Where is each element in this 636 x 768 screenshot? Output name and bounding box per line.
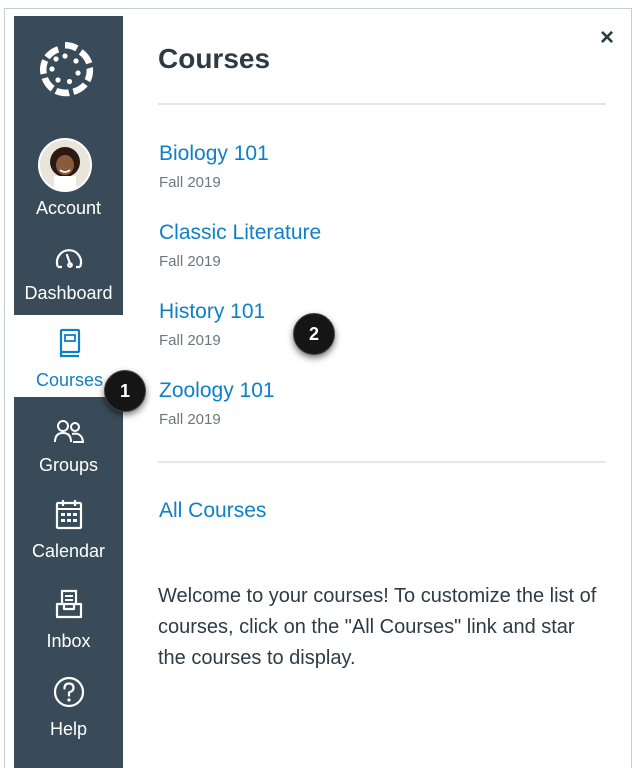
global-navigation-lower: Groups Calendar Inbox Help <box>14 400 123 768</box>
avatar <box>38 138 92 192</box>
nav-label-inbox: Inbox <box>46 631 91 651</box>
nav-item-groups[interactable]: Groups <box>14 414 123 496</box>
question-icon <box>53 676 84 708</box>
welcome-message: Welcome to your courses! To customize th… <box>158 585 597 669</box>
course-term: Fall 2019 <box>159 411 221 428</box>
course-term: Fall 2019 <box>159 253 221 270</box>
course-link-classic-literature[interactable]: Classic Literature <box>159 221 321 245</box>
canvas-logo-icon[interactable] <box>34 38 96 100</box>
book-icon <box>59 328 80 358</box>
course-term: Fall 2019 <box>159 174 221 191</box>
nav-item-calendar[interactable]: Calendar <box>14 496 123 578</box>
nav-label-groups: Groups <box>38 455 99 475</box>
nav-item-inbox[interactable]: Inbox <box>14 586 123 668</box>
course-term: Fall 2019 <box>159 332 221 349</box>
inbox-icon <box>55 589 82 619</box>
close-tray-button[interactable]: × <box>595 26 619 50</box>
course-link-zoology-101[interactable]: Zoology 101 <box>159 379 275 403</box>
callout-badge-1: 1 <box>104 370 146 412</box>
close-icon: × <box>599 24 614 51</box>
course-link-biology-101[interactable]: Biology 101 <box>159 142 269 166</box>
nav-label-account: Account <box>35 198 102 218</box>
calendar-icon <box>55 500 82 530</box>
nav-label-dashboard: Dashboard <box>24 283 113 303</box>
nav-label-help: Help <box>49 719 88 739</box>
nav-item-account[interactable]: Account <box>14 136 123 218</box>
all-courses-link[interactable]: All Courses <box>159 499 266 523</box>
users-icon <box>53 420 84 443</box>
tray-title: Courses <box>158 43 271 74</box>
user-photo-icon <box>40 140 90 190</box>
nav-label-calendar: Calendar <box>31 541 106 561</box>
nav-item-help[interactable]: Help <box>14 674 123 756</box>
courses-tray: Courses × Biology 101 Fall 2019 Classic … <box>158 0 618 768</box>
course-link-history-101[interactable]: History 101 <box>159 300 265 324</box>
nav-item-dashboard[interactable]: Dashboard <box>14 238 123 320</box>
divider-bottom <box>158 461 606 463</box>
speedometer-icon <box>55 249 82 269</box>
divider-top <box>158 103 606 105</box>
callout-badge-2: 2 <box>293 313 335 355</box>
